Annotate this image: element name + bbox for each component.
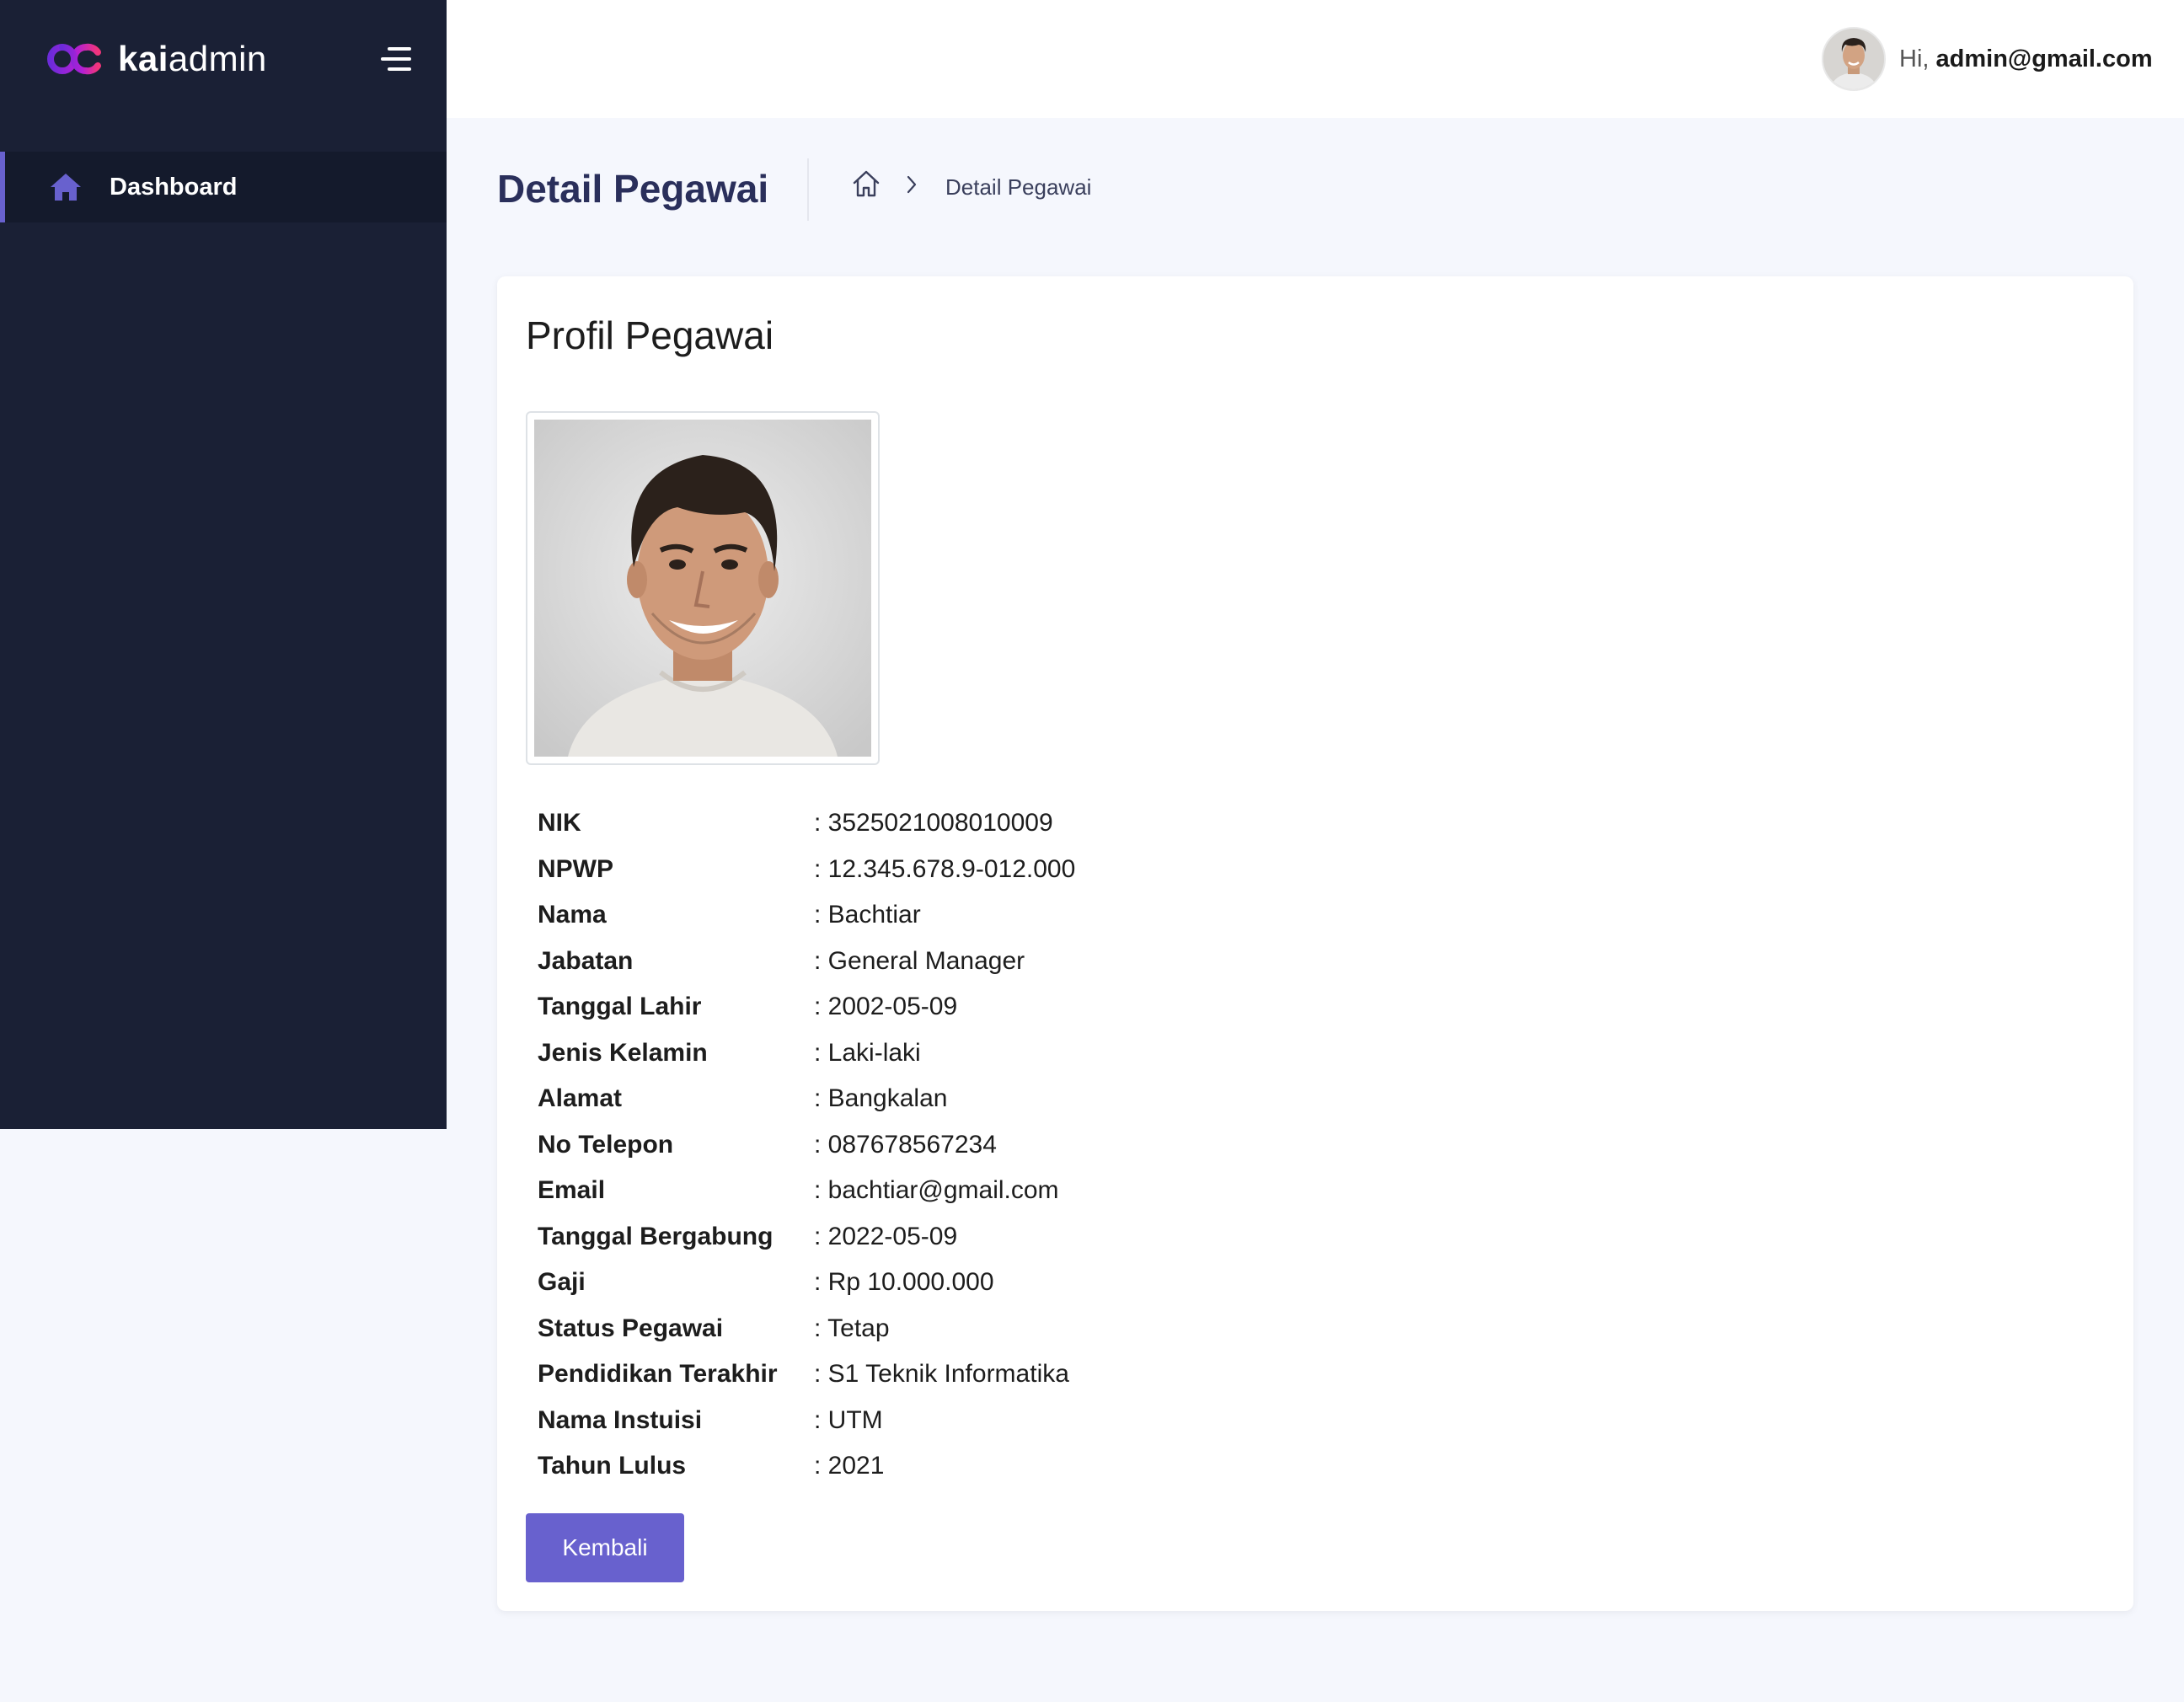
detail-value: : Laki-laki xyxy=(814,1038,921,1067)
profile-card: Profil Pegawai NIK: 3525021008010009 NP… xyxy=(497,276,2133,1611)
detail-spacer xyxy=(802,800,814,847)
employee-detail-table: NIK : 3525021008010009 NPWP : 12.345.678.9-… xyxy=(538,800,1075,1490)
detail-row: Jabatan : General Manager xyxy=(538,939,1075,985)
detail-label: NPWP xyxy=(538,854,613,883)
brand-name: kaiadmin xyxy=(118,39,267,78)
detail-row: Nama Instuisi : UTM xyxy=(538,1398,1075,1444)
detail-label: NIK xyxy=(538,809,581,838)
detail-value: : Bangkalan xyxy=(814,1084,948,1113)
detail-row: Tahun Lulus : 2021 xyxy=(538,1443,1075,1490)
detail-spacer xyxy=(802,1398,814,1444)
detail-spacer xyxy=(802,847,814,893)
user-greeting[interactable]: Hi, admin@gmail.com xyxy=(1899,42,2153,76)
detail-row: Nama : Bachtiar xyxy=(538,892,1075,939)
employee-photo-frame xyxy=(526,411,880,765)
detail-row: Tanggal Bergabung : 2022-05-09 xyxy=(538,1214,1075,1260)
breadcrumb-home-icon[interactable] xyxy=(851,169,881,199)
detail-value: : Rp 10.000.000 xyxy=(814,1268,994,1297)
detail-row: Status Pegawai : Tetap xyxy=(538,1306,1075,1352)
detail-row: No Telepon : 087678567234 xyxy=(538,1122,1075,1169)
detail-spacer xyxy=(802,892,814,939)
detail-spacer xyxy=(802,1030,814,1077)
detail-label: Status Pegawai xyxy=(538,1314,724,1342)
detail-row: Email : bachtiar@gmail.com xyxy=(538,1168,1075,1214)
detail-row: Jenis Kelamin : Laki-laki xyxy=(538,1030,1075,1077)
detail-row: Pendidikan Terakhir : S1 Teknik Informati… xyxy=(538,1351,1075,1398)
user-email: admin@gmail.com xyxy=(1935,45,2153,72)
detail-row: NPWP : 12.345.678.9-012.000 xyxy=(538,847,1075,893)
detail-row: NIK : 3525021008010009 xyxy=(538,800,1075,847)
detail-label: Nama xyxy=(538,901,607,929)
user-photo-icon xyxy=(1823,29,1884,89)
detail-value: : 12.345.678.9-012.000 xyxy=(814,854,1076,883)
detail-value: : Bachtiar xyxy=(814,901,921,929)
sidebar: kaiadmin Dashboard xyxy=(0,0,447,1129)
header-divider xyxy=(807,158,809,221)
detail-label: Tanggal Bergabung xyxy=(538,1222,774,1250)
detail-value: : 2002-05-09 xyxy=(814,993,958,1021)
detail-spacer xyxy=(802,1443,814,1490)
detail-row: Tanggal Lahir : 2002-05-09 xyxy=(538,984,1075,1030)
employee-portrait-icon xyxy=(534,420,871,757)
detail-label: Jabatan xyxy=(538,946,634,975)
detail-label: Email xyxy=(538,1176,606,1205)
detail-label: Pendidikan Terakhir xyxy=(538,1360,778,1389)
detail-value: : Tetap xyxy=(814,1314,890,1342)
breadcrumb-current: Detail Pegawai xyxy=(945,174,1092,200)
detail-spacer xyxy=(802,984,814,1030)
detail-spacer xyxy=(802,939,814,985)
detail-spacer xyxy=(802,1260,814,1306)
card-title: Profil Pegawai xyxy=(526,313,774,357)
detail-label: Tanggal Lahir xyxy=(538,993,702,1021)
detail-spacer xyxy=(802,1306,814,1352)
logo-header: kaiadmin xyxy=(0,0,447,118)
employee-photo xyxy=(534,420,871,757)
detail-value: : UTM xyxy=(814,1405,883,1434)
detail-spacer xyxy=(802,1168,814,1214)
home-icon xyxy=(51,174,81,201)
greeting-text: Hi, xyxy=(1899,45,1930,72)
detail-value: : 3525021008010009 xyxy=(814,809,1053,838)
topbar: Hi, admin@gmail.com xyxy=(447,0,2184,118)
detail-label: Jenis Kelamin xyxy=(538,1038,708,1067)
detail-label: Nama Instuisi xyxy=(538,1405,703,1434)
detail-label: Tahun Lulus xyxy=(538,1452,687,1480)
kaiadmin-logo-icon xyxy=(47,43,101,75)
detail-value: : 087678567234 xyxy=(814,1130,997,1159)
detail-label: No Telepon xyxy=(538,1130,674,1159)
back-button[interactable]: Kembali xyxy=(526,1513,684,1582)
detail-value: : 2022-05-09 xyxy=(814,1222,958,1250)
detail-spacer xyxy=(802,1214,814,1260)
menu-toggle-icon[interactable] xyxy=(379,42,418,76)
detail-label: Gaji xyxy=(538,1268,586,1297)
sidebar-item-label: Dashboard xyxy=(110,174,238,201)
detail-spacer xyxy=(802,1351,814,1398)
detail-value: : S1 Teknik Informatika xyxy=(814,1360,1069,1389)
detail-value: : General Manager xyxy=(814,946,1025,975)
detail-value: : 2021 xyxy=(814,1452,885,1480)
detail-label: Alamat xyxy=(538,1084,623,1113)
sidebar-item-dashboard[interactable]: Dashboard xyxy=(0,152,447,222)
chevron-right-icon xyxy=(907,175,917,194)
detail-spacer xyxy=(802,1122,814,1169)
detail-row: Gaji : Rp 10.000.000 xyxy=(538,1260,1075,1306)
page-title: Detail Pegawai xyxy=(497,167,769,211)
detail-row: Alamat : Bangkalan xyxy=(538,1076,1075,1122)
avatar[interactable] xyxy=(1822,27,1886,91)
detail-spacer xyxy=(802,1076,814,1122)
detail-value: : bachtiar@gmail.com xyxy=(814,1176,1059,1205)
